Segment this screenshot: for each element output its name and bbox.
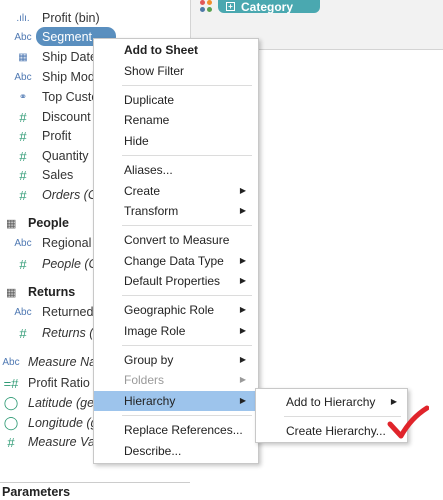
menu-item-add-to-sheet[interactable]: Add to Sheet	[94, 40, 258, 60]
menu-item-image-role[interactable]: Image Role ▶	[94, 321, 258, 341]
field-regional-manager[interactable]: Abc Regional M	[0, 233, 105, 253]
submenu-arrow-icon: ▶	[239, 355, 246, 364]
field-top-customers[interactable]: ⚭ Top Custo	[0, 87, 98, 107]
menu-item-rename[interactable]: Rename	[94, 110, 258, 130]
field-latitude[interactable]: ◯ Latitude (ge	[0, 393, 94, 413]
menu-item-create-hierarchy[interactable]: Create Hierarchy...	[256, 421, 407, 441]
calendar-icon: ▦	[18, 51, 28, 63]
field-profit[interactable]: # Profit	[0, 126, 71, 146]
parameters-header[interactable]: Parameters	[0, 482, 190, 500]
field-profit-ratio[interactable]: =# Profit Ratio	[0, 373, 90, 393]
context-menu: Add to Sheet Show Filter Duplicate Renam…	[93, 38, 259, 464]
menu-item-geographic-role[interactable]: Geographic Role ▶	[94, 300, 258, 320]
field-people-count[interactable]: # People (C	[0, 254, 97, 274]
menu-item-folders: Folders ▶	[94, 370, 258, 390]
menu-item-duplicate[interactable]: Duplicate	[94, 90, 258, 110]
submenu-arrow-icon: ▶	[239, 186, 246, 195]
table-header-returns[interactable]: ▦ Returns	[0, 282, 75, 302]
field-returned[interactable]: Abc Returned	[0, 302, 93, 322]
field-orders-count[interactable]: # Orders (C	[0, 185, 97, 205]
string-type-icon: Abc	[14, 237, 32, 249]
submenu-arrow-icon: ▶	[239, 326, 246, 335]
submenu-arrow-icon: ▶	[239, 396, 246, 405]
menu-separator	[122, 415, 252, 416]
number-type-icon: #	[19, 167, 27, 183]
menu-separator	[284, 416, 401, 417]
field-segment[interactable]: Abc Segment	[0, 27, 92, 47]
menu-separator	[122, 155, 252, 156]
checkmark-icon	[387, 405, 429, 439]
field-ship-mode[interactable]: Abc Ship Mod	[0, 67, 94, 87]
string-type-icon: Abc	[14, 31, 32, 43]
field-measure-names[interactable]: Abc Measure Na	[0, 352, 96, 372]
color-marks-icon	[200, 0, 214, 14]
field-profit-bin[interactable]: .ılı. Profit (bin)	[0, 8, 99, 28]
field-ship-date[interactable]: ▦ Ship Date	[0, 47, 97, 67]
field-measure-values[interactable]: # Measure Va	[0, 432, 95, 452]
bin-icon: .ılı.	[16, 12, 30, 24]
menu-item-replace-references[interactable]: Replace References...	[94, 420, 258, 440]
menu-item-convert-to-measure[interactable]: Convert to Measure	[94, 230, 258, 250]
field-sales[interactable]: # Sales	[0, 165, 73, 185]
globe-icon: ◯	[3, 395, 19, 410]
menu-item-aliases[interactable]: Aliases...	[94, 160, 258, 180]
category-pill[interactable]: + Category	[218, 0, 320, 14]
menu-item-hide[interactable]: Hide	[94, 131, 258, 151]
globe-icon: ◯	[3, 415, 19, 430]
menu-separator	[122, 345, 252, 346]
menu-separator	[122, 295, 252, 296]
menu-item-transform[interactable]: Transform ▶	[94, 201, 258, 221]
table-header-people[interactable]: ▦ People	[0, 213, 69, 233]
field-longitude[interactable]: ◯ Longitude (g	[0, 413, 98, 433]
menu-item-group-by[interactable]: Group by ▶	[94, 350, 258, 370]
set-icon: ⚭	[18, 91, 28, 103]
string-type-icon: Abc	[2, 356, 20, 368]
menu-item-create[interactable]: Create ▶	[94, 181, 258, 201]
calculated-number-icon: =#	[3, 375, 19, 391]
menu-item-describe[interactable]: Describe...	[94, 441, 258, 461]
menu-item-default-properties[interactable]: Default Properties ▶	[94, 271, 258, 291]
hierarchy-submenu: Add to Hierarchy ▶ Create Hierarchy...	[255, 388, 408, 443]
submenu-arrow-icon: ▶	[239, 276, 246, 285]
field-quantity[interactable]: # Quantity	[0, 146, 88, 166]
menu-item-hierarchy[interactable]: Hierarchy ▶	[94, 391, 258, 411]
submenu-arrow-icon: ▶	[239, 256, 246, 265]
number-type-icon: #	[19, 256, 27, 272]
field-returns-count[interactable]: # Returns (	[0, 323, 93, 343]
menu-separator	[122, 225, 252, 226]
field-discount[interactable]: # Discount	[0, 107, 90, 127]
number-type-icon: #	[7, 434, 15, 450]
submenu-arrow-icon: ▶	[239, 305, 246, 314]
table-icon: ▦	[6, 286, 17, 299]
menu-item-add-to-hierarchy[interactable]: Add to Hierarchy ▶	[256, 392, 407, 412]
number-type-icon: #	[19, 325, 27, 341]
submenu-arrow-icon: ▶	[239, 375, 246, 384]
menu-separator	[122, 85, 252, 86]
string-type-icon: Abc	[14, 306, 32, 318]
string-type-icon: Abc	[14, 71, 32, 83]
menu-item-change-data-type[interactable]: Change Data Type ▶	[94, 251, 258, 271]
number-type-icon: #	[19, 187, 27, 203]
number-type-icon: #	[19, 128, 27, 144]
number-type-icon: #	[19, 109, 27, 125]
number-type-icon: #	[19, 148, 27, 164]
expand-plus-icon[interactable]: +	[226, 2, 235, 11]
menu-item-show-filter[interactable]: Show Filter	[94, 61, 258, 81]
table-icon: ▦	[6, 217, 17, 230]
submenu-arrow-icon: ▶	[239, 206, 246, 215]
